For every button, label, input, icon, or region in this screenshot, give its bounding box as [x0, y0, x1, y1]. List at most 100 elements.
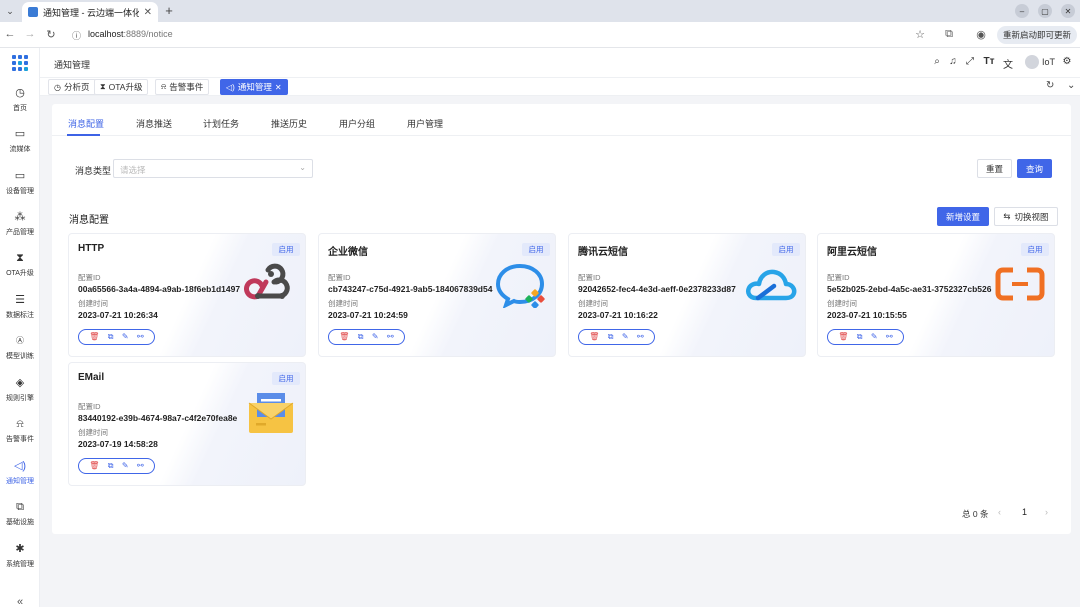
prev-page-icon[interactable]: ‹: [998, 507, 1001, 517]
sidebar-item-data-labeling[interactable]: ☰ 数据标注: [0, 293, 40, 320]
delete-icon[interactable]: 🗑: [89, 462, 99, 470]
copy-icon[interactable]: ⧉: [108, 462, 114, 470]
chevron-down-icon[interactable]: ⌄: [1067, 80, 1075, 91]
collapse-sidebar-icon[interactable]: «: [0, 596, 40, 607]
add-config-button[interactable]: 新增设置: [937, 207, 989, 226]
edit-icon[interactable]: ✎: [622, 333, 629, 341]
translate-icon[interactable]: 文: [1001, 56, 1015, 71]
config-card-tencent-sms[interactable]: 腾讯云短信 启用 配置ID 92042652-fec4-4e3d-aeff-0e…: [568, 233, 806, 357]
sidebar-item-products[interactable]: ⁂ 产品管理: [0, 210, 40, 237]
sidebar-item-infrastructure[interactable]: ⧉ 基础设施: [0, 500, 40, 527]
config-card-wecom[interactable]: 企业微信 启用 配置ID cb743247-c75d-4921-9ab5-184…: [318, 233, 556, 357]
sidebar-item-rule-engine[interactable]: ◈ 规则引擎: [0, 376, 40, 403]
tab-user-management[interactable]: 用户管理: [407, 117, 443, 130]
gear-icon[interactable]: ⚙: [1060, 56, 1074, 67]
created-value: 2023-07-21 10:16:22: [578, 310, 658, 320]
update-button[interactable]: 重新启动即可更新: [997, 26, 1077, 44]
maximize-button[interactable]: ▢: [1038, 4, 1052, 18]
sidebar-item-alarms[interactable]: ⍾ 告警事件: [0, 417, 40, 444]
link-icon[interactable]: ⚯: [637, 333, 644, 341]
next-page-icon[interactable]: ›: [1045, 507, 1048, 517]
page-tab-analysis[interactable]: ◷ 分析页: [48, 79, 96, 95]
switch-view-button[interactable]: ⇆ 切换视图: [994, 207, 1058, 226]
avatar[interactable]: [1025, 55, 1039, 69]
sidebar-item-home[interactable]: ◷ 首页: [0, 86, 40, 113]
link-icon[interactable]: ⚯: [137, 333, 144, 341]
link-icon[interactable]: ⚯: [137, 462, 144, 470]
profile-icon[interactable]: ◉: [974, 28, 988, 41]
sidebar-item-label: 规则引擎: [6, 395, 34, 402]
sidebar-item-system[interactable]: ✱ 系统管理: [0, 542, 40, 569]
close-tab-icon[interactable]: ✕: [275, 83, 282, 92]
email-icon: [248, 393, 294, 433]
sidebar-item-label: 系统管理: [6, 561, 34, 568]
pagination-current-page[interactable]: 1: [1022, 507, 1027, 517]
tab-message-config[interactable]: 消息配置: [68, 117, 104, 130]
created-value: 2023-07-19 14:58:28: [78, 439, 158, 449]
bell-icon[interactable]: ♫: [946, 56, 960, 67]
forward-icon[interactable]: →: [23, 28, 37, 40]
message-type-select[interactable]: 请选择 ⌄: [113, 159, 313, 178]
sidebar-item-devices[interactable]: ▭ 设备管理: [0, 169, 40, 196]
tab-user-groups[interactable]: 用户分组: [339, 117, 375, 130]
copy-icon[interactable]: ⧉: [857, 333, 863, 341]
delete-icon[interactable]: 🗑: [89, 333, 99, 341]
copy-icon[interactable]: ⧉: [358, 333, 364, 341]
edit-icon[interactable]: ✎: [122, 333, 129, 341]
url-field[interactable]: localhost:8889/notice: [88, 29, 173, 39]
edit-icon[interactable]: ✎: [122, 462, 129, 470]
sidebar-item-label: 设备管理: [6, 188, 34, 195]
config-id-value: 92042652-fec4-4e3d-aeff-0e2378233d87: [578, 284, 736, 294]
new-tab-button[interactable]: +: [162, 3, 176, 18]
site-info-icon[interactable]: ⓘ: [72, 29, 81, 42]
refresh-icon[interactable]: ↻: [1046, 80, 1054, 91]
config-card-aliyun-sms[interactable]: 阿里云短信 启用 配置ID 5e52b025-2ebd-4a5c-ae31-37…: [817, 233, 1055, 357]
reload-icon[interactable]: ↻: [44, 28, 58, 41]
query-button[interactable]: 查询: [1017, 159, 1052, 178]
sidebar-item-model-training[interactable]: Ⓐ 模型训练: [0, 334, 40, 361]
extensions-icon[interactable]: ⧉: [942, 28, 956, 41]
copy-icon[interactable]: ⧉: [608, 333, 614, 341]
sidebar-item-label: 首页: [13, 105, 27, 112]
search-icon[interactable]: ⌕: [930, 56, 944, 67]
sidebar-item-ota[interactable]: ⧗ OTA升级: [0, 251, 40, 278]
tab-message-push[interactable]: 消息推送: [136, 117, 172, 130]
page-tab-label: 分析页: [63, 82, 90, 92]
sidebar-item-streaming[interactable]: ▭ 流媒体: [0, 127, 40, 154]
tab-push-history[interactable]: 推送历史: [271, 117, 307, 130]
browser-tab[interactable]: 通知管理 - 云边端一体化 ✕: [22, 2, 158, 22]
page-tab-alarms[interactable]: ⍾ 告警事件: [155, 79, 210, 95]
user-name[interactable]: IoT: [1042, 57, 1055, 67]
tab-scheduled-tasks[interactable]: 计划任务: [203, 117, 239, 130]
sidebar-item-notice[interactable]: ◁) 通知管理: [0, 459, 40, 486]
config-id-value: cb743247-c75d-4921-9ab5-184067839d54: [328, 284, 493, 294]
created-value: 2023-07-21 10:15:55: [827, 310, 907, 320]
bookmark-star-icon[interactable]: ☆: [913, 28, 927, 41]
page-tab-ota[interactable]: ⧗ OTA升级: [94, 79, 149, 95]
link-icon[interactable]: ⚯: [886, 333, 893, 341]
delete-icon[interactable]: 🗑: [838, 333, 848, 341]
config-card-email[interactable]: EMail 启用 配置ID 83440192-e39b-4674-98a7-c4…: [68, 362, 306, 486]
status-badge: 启用: [1021, 243, 1049, 256]
font-size-icon[interactable]: Tт: [982, 56, 996, 67]
card-actions: 🗑 ⧉ ✎ ⚯: [578, 329, 655, 345]
link-icon[interactable]: ⚯: [387, 333, 394, 341]
content-tabs: 消息配置 消息推送 计划任务 推送历史 用户分组 用户管理: [52, 104, 1071, 136]
config-card-http[interactable]: HTTP 启用 配置ID 00a65566-3a4a-4894-a9ab-18f…: [68, 233, 306, 357]
page-tab-notice[interactable]: ◁) 通知管理 ✕: [220, 79, 288, 95]
back-icon[interactable]: ←: [3, 28, 17, 40]
copy-icon[interactable]: ⧉: [108, 333, 114, 341]
status-badge: 启用: [522, 243, 550, 256]
tab-list-button[interactable]: ⌄: [2, 3, 18, 19]
reset-button[interactable]: 重置: [977, 159, 1012, 178]
edit-icon[interactable]: ✎: [871, 333, 878, 341]
edit-icon[interactable]: ✎: [372, 333, 379, 341]
aliyun-icon: [995, 267, 1045, 301]
close-window-button[interactable]: ✕: [1061, 4, 1075, 18]
fullscreen-icon[interactable]: ⤢: [963, 56, 977, 67]
delete-icon[interactable]: 🗑: [589, 333, 599, 341]
created-label: 创建时间: [578, 299, 608, 308]
minimize-button[interactable]: –: [1015, 4, 1029, 18]
close-tab-icon[interactable]: ✕: [144, 7, 152, 18]
delete-icon[interactable]: 🗑: [339, 333, 349, 341]
